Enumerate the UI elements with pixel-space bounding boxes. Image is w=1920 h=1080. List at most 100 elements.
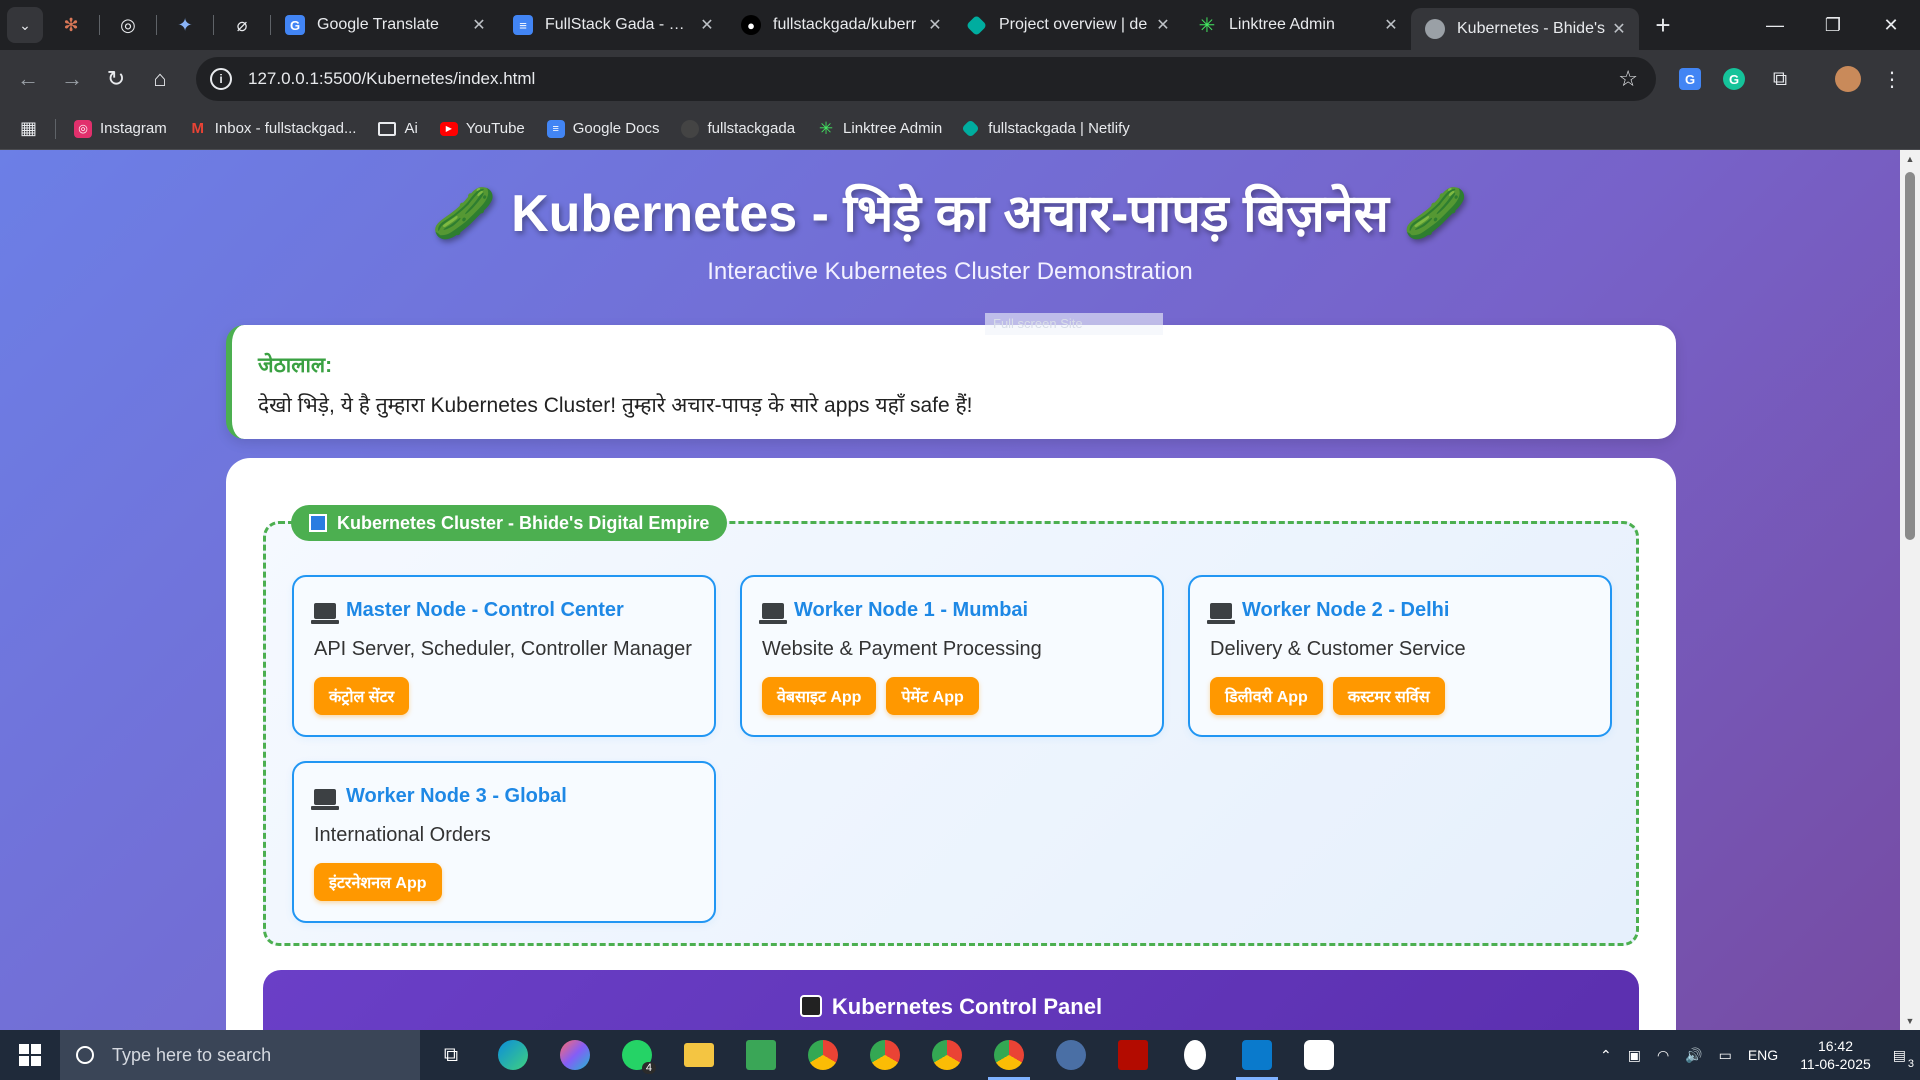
tab-google-translate[interactable]: G Google Translate ✕ — [271, 7, 499, 43]
tab-title: fullstackgada/kuberr — [773, 16, 917, 33]
page-subtitle: Interactive Kubernetes Cluster Demonstra… — [707, 258, 1193, 285]
claude-icon: ✻ — [63, 14, 79, 35]
chevron-up-icon[interactable]: ⌃ — [1600, 1047, 1612, 1064]
tab-kubernetes-active[interactable]: Kubernetes - Bhide's ✕ — [1411, 8, 1639, 50]
node-description: Delivery & Customer Service — [1210, 638, 1466, 660]
cluster-label-text: Kubernetes Cluster - Bhide's Digital Emp… — [337, 512, 710, 533]
pod-website-app[interactable]: वेबसाइट App — [762, 677, 877, 715]
computer-icon — [311, 602, 339, 624]
url-text[interactable]: 127.0.0.1:5500/Kubernetes/index.html — [248, 69, 535, 89]
bookmark-folder-ai[interactable]: Ai — [378, 120, 418, 137]
network-device-icon[interactable]: ▣ — [1628, 1047, 1641, 1064]
clock[interactable]: 16:42 11-06-2025 — [1800, 1037, 1871, 1073]
node-worker-2[interactable]: Worker Node 2 - Delhi Delivery & Custome… — [1188, 575, 1612, 737]
close-icon[interactable]: ✕ — [697, 15, 717, 35]
back-button[interactable]: ← — [6, 57, 50, 101]
extensions-puzzle-icon[interactable]: ⧉ — [1758, 57, 1802, 101]
bookmark-gmail[interactable]: M Inbox - fullstackgad... — [189, 120, 356, 138]
chrome-profile-icon[interactable] — [978, 1030, 1040, 1080]
notification-icon[interactable]: ▤ 3 — [1893, 1047, 1914, 1070]
node-worker-3[interactable]: Worker Node 3 - Global International Ord… — [292, 761, 716, 923]
pinned-tab-gemini[interactable]: ✦ — [157, 7, 213, 43]
reload-button[interactable]: ↻ — [94, 57, 138, 101]
vscode-icon[interactable] — [1226, 1030, 1288, 1080]
flash-icon[interactable] — [1102, 1030, 1164, 1080]
unity-icon[interactable] — [1288, 1030, 1350, 1080]
reload-icon: ↻ — [106, 66, 126, 91]
ffdec-icon[interactable] — [1040, 1030, 1102, 1080]
edge-icon[interactable] — [482, 1030, 544, 1080]
whatsapp-icon[interactable]: 4 — [606, 1030, 668, 1080]
gemini-icon: ✦ — [177, 14, 193, 35]
pod-delivery-app[interactable]: डिलीवरी App — [1210, 677, 1323, 715]
sheets-app-icon[interactable] — [730, 1030, 792, 1080]
mongodb-icon[interactable] — [1164, 1030, 1226, 1080]
close-icon[interactable]: ✕ — [1609, 19, 1629, 39]
bookmark-label: fullstackgada — [707, 120, 796, 137]
chrome-icon[interactable] — [854, 1030, 916, 1080]
node-master[interactable]: Master Node - Control Center API Server,… — [292, 575, 716, 737]
pinned-tab-claude[interactable]: ✻ — [43, 7, 99, 43]
volume-icon[interactable]: 🔊 — [1685, 1047, 1702, 1064]
pod-customer-service[interactable]: कस्टमर सर्विस — [1332, 677, 1445, 715]
close-icon[interactable]: ✕ — [1153, 15, 1173, 35]
profile-avatar[interactable] — [1826, 57, 1870, 101]
dice-icon — [799, 995, 822, 1017]
menu-kebab-icon[interactable]: ⋮ — [1870, 57, 1914, 101]
tab-linktree-admin[interactable]: ✳ Linktree Admin ✕ — [1183, 7, 1411, 43]
close-icon[interactable]: ✕ — [1381, 15, 1401, 35]
battery-icon[interactable]: ▭ — [1719, 1047, 1732, 1064]
taskbar-search[interactable]: Type here to search — [60, 1030, 420, 1080]
youtube-icon: ▶ — [439, 121, 458, 136]
scroll-up-icon[interactable]: ▲ — [1900, 154, 1920, 164]
docs-icon: ≡ — [546, 119, 565, 138]
fullscreen-hint: Full screen Site — [985, 313, 1163, 335]
task-view-icon[interactable]: ⧉ — [420, 1030, 482, 1080]
minimize-icon[interactable]: — — [1746, 0, 1804, 50]
close-window-icon[interactable]: ✕ — [1862, 0, 1920, 50]
tab-search-button[interactable]: ⌄ — [7, 7, 43, 43]
bookmark-instagram[interactable]: ◎ Instagram — [74, 119, 167, 138]
wifi-icon[interactable]: ◠ — [1657, 1047, 1669, 1064]
pinned-tab-perplexity[interactable]: ⌀ — [214, 7, 270, 43]
start-button[interactable] — [0, 1030, 60, 1080]
file-explorer-icon[interactable] — [668, 1030, 730, 1080]
apps-grid-icon[interactable]: ▦ — [20, 118, 37, 139]
node-description: International Orders — [314, 824, 491, 846]
restore-icon[interactable]: ❐ — [1804, 0, 1862, 50]
tab-title: Project overview | de — [999, 16, 1148, 33]
bookmark-netlify[interactable]: fullstackgada | Netlify — [961, 119, 1130, 138]
close-icon[interactable]: ✕ — [469, 15, 489, 35]
chrome-icon[interactable] — [916, 1030, 978, 1080]
pod-control-center[interactable]: कंट्रोल सेंटर — [314, 677, 410, 715]
tab-github[interactable]: ● fullstackgada/kuberr ✕ — [727, 7, 955, 43]
tab-netlify-project[interactable]: Project overview | de ✕ — [955, 7, 1183, 43]
pinned-tab-chatgpt[interactable]: ◎ — [100, 7, 156, 43]
new-tab-button[interactable]: + — [1645, 10, 1681, 41]
page-title: 🥒 Kubernetes - भिड़े का अचार-पापड़ बिज़न… — [431, 185, 1469, 243]
grammarly-icon[interactable]: G — [1712, 57, 1756, 101]
close-icon[interactable]: ✕ — [925, 15, 945, 35]
chrome-icon[interactable] — [792, 1030, 854, 1080]
bookmark-star-icon[interactable]: ☆ — [1618, 66, 1638, 92]
copilot-icon[interactable] — [544, 1030, 606, 1080]
scrollbar-thumb[interactable] — [1905, 172, 1915, 540]
tab-title: Linktree Admin — [1229, 16, 1335, 33]
address-bar[interactable]: i 127.0.0.1:5500/Kubernetes/index.html ☆ — [196, 57, 1656, 101]
bookmark-google-docs[interactable]: ≡ Google Docs — [546, 119, 659, 138]
home-button[interactable]: ⌂ — [138, 57, 182, 101]
pod-international-app[interactable]: इंटरनेशनल App — [314, 863, 442, 901]
forward-button[interactable]: → — [50, 57, 94, 101]
bookmark-linktree[interactable]: ✳ Linktree Admin — [817, 119, 942, 138]
bookmark-youtube[interactable]: ▶ YouTube — [439, 120, 525, 137]
node-worker-1[interactable]: Worker Node 1 - Mumbai Website & Payment… — [740, 575, 1164, 737]
tab-title: Google Translate — [317, 16, 439, 33]
site-info-icon[interactable]: i — [210, 68, 232, 90]
pod-payment-app[interactable]: पेमेंट App — [886, 677, 979, 715]
scroll-down-icon[interactable]: ▼ — [1900, 1016, 1920, 1026]
tab-fullstack-gada-doc[interactable]: ≡ FullStack Gada - Goo ✕ — [499, 7, 727, 43]
language-indicator[interactable]: ENG — [1748, 1047, 1778, 1063]
bookmark-github[interactable]: fullstackgada — [681, 119, 796, 138]
page-scrollbar[interactable]: ▲ ▼ — [1900, 150, 1920, 1030]
translate-extension-icon[interactable]: G — [1668, 57, 1712, 101]
